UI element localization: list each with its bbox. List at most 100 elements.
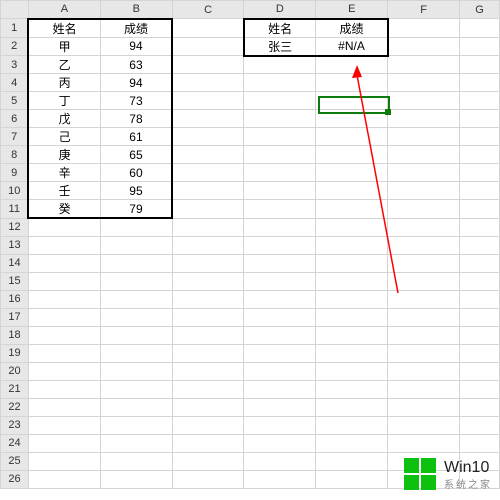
cell-b11[interactable]: 79 [100,200,172,219]
cell-e21[interactable] [316,380,388,398]
col-header-b[interactable]: B [100,1,172,19]
row-header-6[interactable]: 6 [1,110,29,128]
cell-c13[interactable] [172,236,244,254]
cell-e13[interactable] [316,236,388,254]
cell-g4[interactable] [460,74,500,92]
cell-f11[interactable] [388,200,460,219]
cell-c17[interactable] [172,308,244,326]
cell-a2[interactable]: 甲 [28,37,100,56]
cell-d8[interactable] [244,146,316,164]
cell-d18[interactable] [244,326,316,344]
cell-f1[interactable] [388,19,460,38]
cell-c19[interactable] [172,344,244,362]
cell-e24[interactable] [316,434,388,452]
cell-f15[interactable] [388,272,460,290]
col-header-e[interactable]: E [316,1,388,19]
cell-e25[interactable] [316,452,388,470]
col-header-g[interactable]: G [460,1,500,19]
cell-g20[interactable] [460,362,500,380]
cell-d26[interactable] [244,470,316,488]
cell-f14[interactable] [388,254,460,272]
cell-e22[interactable] [316,398,388,416]
cell-g17[interactable] [460,308,500,326]
cell-a3[interactable]: 乙 [28,56,100,74]
cell-f13[interactable] [388,236,460,254]
row-header-10[interactable]: 10 [1,182,29,200]
cell-b1[interactable]: 成绩 [100,19,172,38]
row-header-21[interactable]: 21 [1,380,29,398]
cell-b14[interactable] [100,254,172,272]
cell-e15[interactable] [316,272,388,290]
cell-c2[interactable] [172,37,244,56]
cell-a25[interactable] [28,452,100,470]
cell-d4[interactable] [244,74,316,92]
row-header-24[interactable]: 24 [1,434,29,452]
cell-b12[interactable] [100,218,172,236]
row-header-17[interactable]: 17 [1,308,29,326]
row-header-11[interactable]: 11 [1,200,29,219]
cell-d2[interactable]: 张三 [244,37,316,56]
cell-d7[interactable] [244,128,316,146]
cell-b18[interactable] [100,326,172,344]
cell-b3[interactable]: 63 [100,56,172,74]
cell-g18[interactable] [460,326,500,344]
cell-c4[interactable] [172,74,244,92]
cell-g10[interactable] [460,182,500,200]
cell-f18[interactable] [388,326,460,344]
cell-d5[interactable] [244,92,316,110]
cell-f19[interactable] [388,344,460,362]
cell-f12[interactable] [388,218,460,236]
row-header-19[interactable]: 19 [1,344,29,362]
row-header-8[interactable]: 8 [1,146,29,164]
cell-e3[interactable] [316,56,388,74]
row-header-4[interactable]: 4 [1,74,29,92]
cell-g21[interactable] [460,380,500,398]
cell-c18[interactable] [172,326,244,344]
cell-c9[interactable] [172,164,244,182]
cell-e18[interactable] [316,326,388,344]
cell-g23[interactable] [460,416,500,434]
cell-e8[interactable] [316,146,388,164]
cell-f8[interactable] [388,146,460,164]
cell-f9[interactable] [388,164,460,182]
cell-e14[interactable] [316,254,388,272]
cell-e26[interactable] [316,470,388,488]
cell-b17[interactable] [100,308,172,326]
col-header-f[interactable]: F [388,1,460,19]
row-header-13[interactable]: 13 [1,236,29,254]
cell-b7[interactable]: 61 [100,128,172,146]
cell-d9[interactable] [244,164,316,182]
cell-a11[interactable]: 癸 [28,200,100,219]
cell-a12[interactable] [28,218,100,236]
cell-f21[interactable] [388,380,460,398]
cell-d23[interactable] [244,416,316,434]
cell-d15[interactable] [244,272,316,290]
cell-c22[interactable] [172,398,244,416]
cell-a22[interactable] [28,398,100,416]
row-header-12[interactable]: 12 [1,218,29,236]
cell-b20[interactable] [100,362,172,380]
cell-a21[interactable] [28,380,100,398]
cell-f17[interactable] [388,308,460,326]
cell-d3[interactable] [244,56,316,74]
cell-d24[interactable] [244,434,316,452]
cell-a19[interactable] [28,344,100,362]
cell-c21[interactable] [172,380,244,398]
cell-c15[interactable] [172,272,244,290]
cell-e1[interactable]: 成绩 [316,19,388,38]
cell-e19[interactable] [316,344,388,362]
cell-d21[interactable] [244,380,316,398]
cell-a8[interactable]: 庚 [28,146,100,164]
cell-d14[interactable] [244,254,316,272]
cell-c1[interactable] [172,19,244,38]
cell-g15[interactable] [460,272,500,290]
cell-g24[interactable] [460,434,500,452]
cell-c6[interactable] [172,110,244,128]
spreadsheet-grid[interactable]: A B C D E F G 1 姓名 成绩 姓名 成绩 2 甲 94 张三 #N… [0,0,500,489]
cell-d20[interactable] [244,362,316,380]
cell-g3[interactable] [460,56,500,74]
cell-a24[interactable] [28,434,100,452]
cell-d19[interactable] [244,344,316,362]
cell-a20[interactable] [28,362,100,380]
cell-f22[interactable] [388,398,460,416]
